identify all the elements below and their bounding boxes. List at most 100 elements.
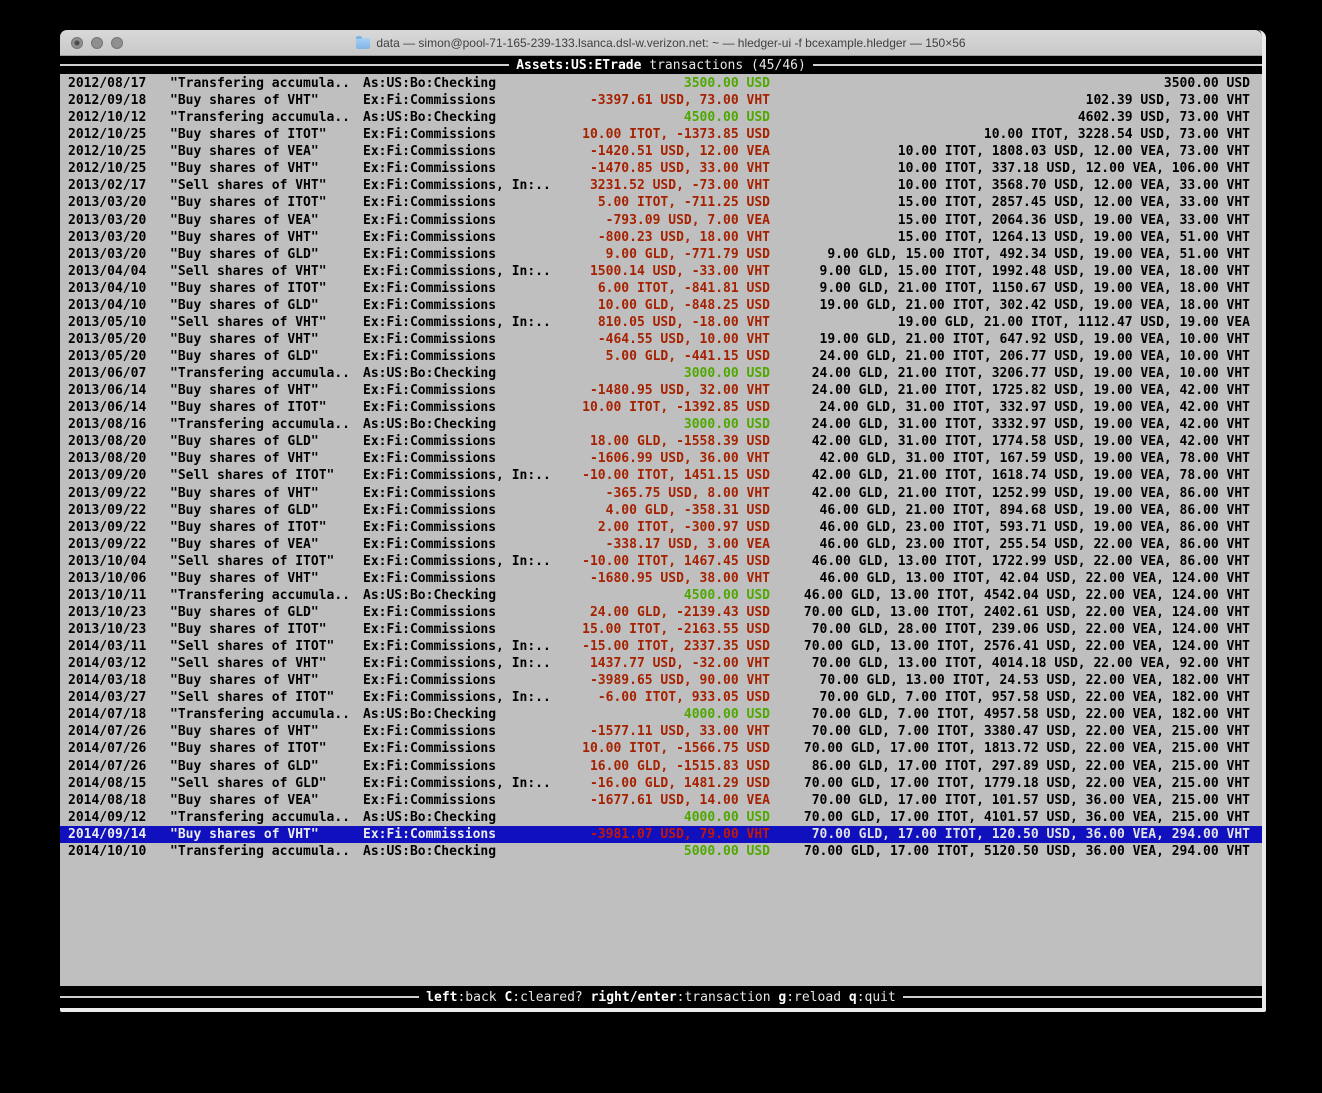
transaction-date: 2013/09/22 <box>68 502 170 519</box>
transaction-description: "Transfering accumula.. <box>170 843 363 860</box>
transaction-date: 2014/03/11 <box>68 638 170 655</box>
transaction-date: 2013/05/10 <box>68 314 170 331</box>
transaction-row[interactable]: 2013/03/20"Buy shares of ITOT"Ex:Fi:Comm… <box>60 194 1262 211</box>
transaction-date: 2012/09/18 <box>68 92 170 109</box>
transaction-amount: -10.00 ITOT, 1451.15 USD <box>578 467 770 484</box>
transaction-row[interactable]: 2012/10/25"Buy shares of VHT"Ex:Fi:Commi… <box>60 160 1262 177</box>
transaction-description: "Transfering accumula.. <box>170 365 363 382</box>
transaction-running-balance: 70.00 GLD, 13.00 ITOT, 4014.18 USD, 22.0… <box>770 655 1250 672</box>
transaction-amount: 18.00 GLD, -1558.39 USD <box>578 433 770 450</box>
transaction-description: "Buy shares of ITOT" <box>170 399 363 416</box>
transaction-amount: -3989.65 USD, 90.00 VHT <box>578 672 770 689</box>
transaction-row[interactable]: 2012/10/12"Transfering accumula..As:US:B… <box>60 109 1262 126</box>
transaction-row[interactable]: 2013/10/23"Buy shares of GLD"Ex:Fi:Commi… <box>60 604 1262 621</box>
transaction-row[interactable]: 2014/07/26"Buy shares of ITOT"Ex:Fi:Comm… <box>60 740 1262 757</box>
transaction-other-accounts: Ex:Fi:Commissions <box>363 758 578 775</box>
transaction-row[interactable]: 2013/05/20"Buy shares of VHT"Ex:Fi:Commi… <box>60 331 1262 348</box>
transaction-other-accounts: Ex:Fi:Commissions, In:.. <box>363 177 578 194</box>
transaction-row[interactable]: 2013/09/22"Buy shares of VEA"Ex:Fi:Commi… <box>60 536 1262 553</box>
transaction-other-accounts: Ex:Fi:Commissions <box>363 570 578 587</box>
transaction-row[interactable]: 2013/08/20"Buy shares of VHT"Ex:Fi:Commi… <box>60 450 1262 467</box>
transaction-row[interactable]: 2014/03/18"Buy shares of VHT"Ex:Fi:Commi… <box>60 672 1262 689</box>
transaction-row[interactable]: 2012/10/25"Buy shares of VEA"Ex:Fi:Commi… <box>60 143 1262 160</box>
transaction-description: "Buy shares of GLD" <box>170 604 363 621</box>
transaction-row[interactable]: 2013/03/20"Buy shares of VEA"Ex:Fi:Commi… <box>60 212 1262 229</box>
transaction-date: 2013/04/10 <box>68 297 170 314</box>
transaction-running-balance: 10.00 ITOT, 1808.03 USD, 12.00 VEA, 73.0… <box>770 143 1250 160</box>
transaction-row[interactable]: 2013/09/22"Buy shares of ITOT"Ex:Fi:Comm… <box>60 519 1262 536</box>
transaction-description: "Transfering accumula.. <box>170 416 363 433</box>
transaction-row[interactable]: 2013/10/06"Buy shares of VHT"Ex:Fi:Commi… <box>60 570 1262 587</box>
transaction-amount: 2.00 ITOT, -300.97 USD <box>578 519 770 536</box>
window-titlebar[interactable]: data — simon@pool-71-165-239-133.lsanca.… <box>60 30 1262 56</box>
transaction-row[interactable]: 2013/08/16"Transfering accumula..As:US:B… <box>60 416 1262 433</box>
transaction-running-balance: 42.00 GLD, 21.00 ITOT, 1618.74 USD, 19.0… <box>770 467 1250 484</box>
transaction-row[interactable]: 2013/04/04"Sell shares of VHT"Ex:Fi:Comm… <box>60 263 1262 280</box>
transaction-running-balance: 70.00 GLD, 17.00 ITOT, 5120.50 USD, 36.0… <box>770 843 1250 860</box>
transaction-row[interactable]: 2013/10/23"Buy shares of ITOT"Ex:Fi:Comm… <box>60 621 1262 638</box>
transaction-row[interactable]: 2014/09/12"Transfering accumula..As:US:B… <box>60 809 1262 826</box>
transaction-row[interactable]: 2013/06/14"Buy shares of ITOT"Ex:Fi:Comm… <box>60 399 1262 416</box>
header-border-line <box>60 64 509 66</box>
transaction-running-balance: 70.00 GLD, 17.00 ITOT, 120.50 USD, 36.00… <box>770 826 1250 843</box>
transaction-description: "Buy shares of VHT" <box>170 826 363 843</box>
transaction-row[interactable]: 2014/07/18"Transfering accumula..As:US:B… <box>60 706 1262 723</box>
transaction-date: 2013/08/20 <box>68 450 170 467</box>
transaction-row[interactable]: 2012/08/17"Transfering accumula..As:US:B… <box>60 75 1262 92</box>
transaction-other-accounts: Ex:Fi:Commissions <box>363 160 578 177</box>
transaction-date: 2013/02/17 <box>68 177 170 194</box>
transaction-row[interactable]: 2014/08/15"Sell shares of GLD"Ex:Fi:Comm… <box>60 775 1262 792</box>
transaction-row[interactable]: 2013/09/20"Sell shares of ITOT"Ex:Fi:Com… <box>60 467 1262 484</box>
transaction-amount: -1606.99 USD, 36.00 VHT <box>578 450 770 467</box>
transaction-other-accounts: Ex:Fi:Commissions <box>363 672 578 689</box>
transaction-running-balance: 42.00 GLD, 31.00 ITOT, 167.59 USD, 19.00… <box>770 450 1250 467</box>
transaction-date: 2013/03/20 <box>68 212 170 229</box>
transaction-running-balance: 15.00 ITOT, 2857.45 USD, 12.00 VEA, 33.0… <box>770 194 1250 211</box>
register-title: Assets:US:ETrade transactions (45/46) <box>516 58 806 73</box>
transaction-row-selected[interactable]: 2014/09/14"Buy shares of VHT"Ex:Fi:Commi… <box>60 826 1262 843</box>
transaction-running-balance: 70.00 GLD, 7.00 ITOT, 957.58 USD, 22.00 … <box>770 689 1250 706</box>
transaction-description: "Buy shares of VEA" <box>170 212 363 229</box>
transaction-row[interactable]: 2014/03/12"Sell shares of VHT"Ex:Fi:Comm… <box>60 655 1262 672</box>
transaction-running-balance: 3500.00 USD <box>770 75 1250 92</box>
transaction-row[interactable]: 2013/06/14"Buy shares of VHT"Ex:Fi:Commi… <box>60 382 1262 399</box>
transaction-row[interactable]: 2014/10/10"Transfering accumula..As:US:B… <box>60 843 1262 860</box>
transaction-row[interactable]: 2014/08/18"Buy shares of VEA"Ex:Fi:Commi… <box>60 792 1262 809</box>
transaction-row[interactable]: 2013/10/11"Transfering accumula..As:US:B… <box>60 587 1262 604</box>
transaction-amount: 1437.77 USD, -32.00 VHT <box>578 655 770 672</box>
transaction-row[interactable]: 2013/05/20"Buy shares of GLD"Ex:Fi:Commi… <box>60 348 1262 365</box>
transaction-row[interactable]: 2014/07/26"Buy shares of GLD"Ex:Fi:Commi… <box>60 758 1262 775</box>
transaction-row[interactable]: 2013/09/22"Buy shares of VHT"Ex:Fi:Commi… <box>60 485 1262 502</box>
transaction-row[interactable]: 2013/04/10"Buy shares of ITOT"Ex:Fi:Comm… <box>60 280 1262 297</box>
hledger-ui-terminal[interactable]: Assets:US:ETrade transactions (45/46) 20… <box>60 56 1262 1008</box>
transaction-row[interactable]: 2013/03/20"Buy shares of GLD"Ex:Fi:Commi… <box>60 246 1262 263</box>
transaction-amount: 4000.00 USD <box>578 706 770 723</box>
transaction-amount: 5.00 GLD, -441.15 USD <box>578 348 770 365</box>
transaction-amount: 3000.00 USD <box>578 365 770 382</box>
transaction-register: 2012/08/17"Transfering accumula..As:US:B… <box>60 74 1262 986</box>
transaction-running-balance: 46.00 GLD, 13.00 ITOT, 1722.99 USD, 22.0… <box>770 553 1250 570</box>
transaction-row[interactable]: 2013/04/10"Buy shares of GLD"Ex:Fi:Commi… <box>60 297 1262 314</box>
transaction-date: 2013/10/04 <box>68 553 170 570</box>
transaction-row[interactable]: 2014/03/11"Sell shares of ITOT"Ex:Fi:Com… <box>60 638 1262 655</box>
transaction-other-accounts: Ex:Fi:Commissions <box>363 126 578 143</box>
transaction-description: "Transfering accumula.. <box>170 809 363 826</box>
transaction-row[interactable]: 2014/07/26"Buy shares of VHT"Ex:Fi:Commi… <box>60 723 1262 740</box>
transaction-row[interactable]: 2013/08/20"Buy shares of GLD"Ex:Fi:Commi… <box>60 433 1262 450</box>
transaction-row[interactable]: 2013/03/20"Buy shares of VHT"Ex:Fi:Commi… <box>60 229 1262 246</box>
transaction-running-balance: 70.00 GLD, 17.00 ITOT, 101.57 USD, 36.00… <box>770 792 1250 809</box>
transaction-description: "Buy shares of VHT" <box>170 450 363 467</box>
transaction-other-accounts: Ex:Fi:Commissions <box>363 280 578 297</box>
transaction-row[interactable]: 2014/03/27"Sell shares of ITOT"Ex:Fi:Com… <box>60 689 1262 706</box>
transaction-other-accounts: Ex:Fi:Commissions <box>363 143 578 160</box>
transaction-row[interactable]: 2013/05/10"Sell shares of VHT"Ex:Fi:Comm… <box>60 314 1262 331</box>
transaction-row[interactable]: 2013/02/17"Sell shares of VHT"Ex:Fi:Comm… <box>60 177 1262 194</box>
transaction-row[interactable]: 2012/09/18"Buy shares of VHT"Ex:Fi:Commi… <box>60 92 1262 109</box>
transaction-row[interactable]: 2012/10/25"Buy shares of ITOT"Ex:Fi:Comm… <box>60 126 1262 143</box>
transaction-row[interactable]: 2013/09/22"Buy shares of GLD"Ex:Fi:Commi… <box>60 502 1262 519</box>
transaction-row[interactable]: 2013/10/04"Sell shares of ITOT"Ex:Fi:Com… <box>60 553 1262 570</box>
transaction-running-balance: 19.00 GLD, 21.00 ITOT, 1112.47 USD, 19.0… <box>770 314 1250 331</box>
transaction-description: "Transfering accumula.. <box>170 75 363 92</box>
terminal-window: data — simon@pool-71-165-239-133.lsanca.… <box>60 30 1266 1012</box>
transaction-row[interactable]: 2013/06/07"Transfering accumula..As:US:B… <box>60 365 1262 382</box>
